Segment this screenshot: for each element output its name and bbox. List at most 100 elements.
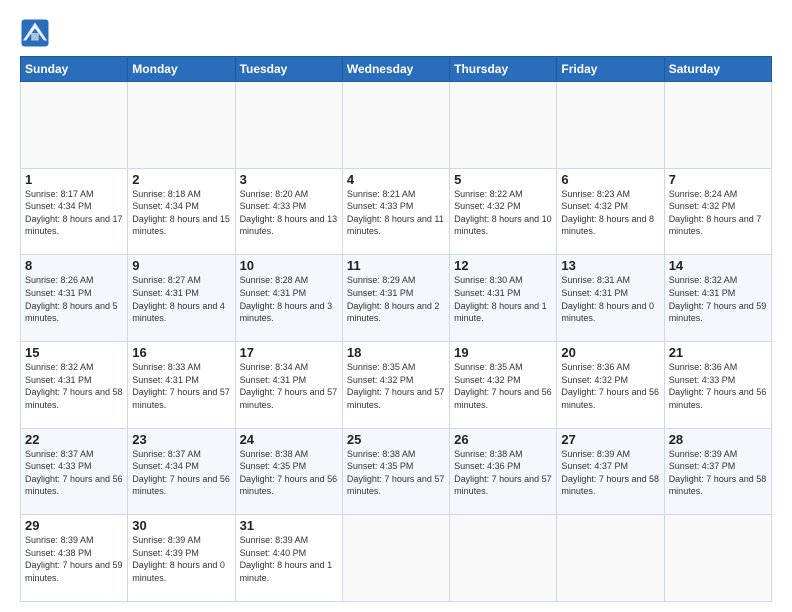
day-info: Sunrise: 8:39 AMSunset: 4:39 PMDaylight:… bbox=[132, 534, 230, 584]
day-number: 6 bbox=[561, 172, 659, 187]
calendar-day-30: 30Sunrise: 8:39 AMSunset: 4:39 PMDayligh… bbox=[128, 515, 235, 602]
day-info: Sunrise: 8:21 AMSunset: 4:33 PMDaylight:… bbox=[347, 188, 445, 238]
day-info: Sunrise: 8:20 AMSunset: 4:33 PMDaylight:… bbox=[240, 188, 338, 238]
day-info: Sunrise: 8:38 AMSunset: 4:36 PMDaylight:… bbox=[454, 448, 552, 498]
logo bbox=[20, 18, 54, 48]
calendar-week-row: 8Sunrise: 8:26 AMSunset: 4:31 PMDaylight… bbox=[21, 255, 772, 342]
day-number: 3 bbox=[240, 172, 338, 187]
calendar-day-8: 8Sunrise: 8:26 AMSunset: 4:31 PMDaylight… bbox=[21, 255, 128, 342]
calendar-day-29: 29Sunrise: 8:39 AMSunset: 4:38 PMDayligh… bbox=[21, 515, 128, 602]
day-info: Sunrise: 8:27 AMSunset: 4:31 PMDaylight:… bbox=[132, 274, 230, 324]
day-info: Sunrise: 8:32 AMSunset: 4:31 PMDaylight:… bbox=[25, 361, 123, 411]
calendar-day-empty bbox=[342, 82, 449, 169]
calendar-day-12: 12Sunrise: 8:30 AMSunset: 4:31 PMDayligh… bbox=[450, 255, 557, 342]
col-header-saturday: Saturday bbox=[664, 57, 771, 82]
day-info: Sunrise: 8:29 AMSunset: 4:31 PMDaylight:… bbox=[347, 274, 445, 324]
day-info: Sunrise: 8:34 AMSunset: 4:31 PMDaylight:… bbox=[240, 361, 338, 411]
day-info: Sunrise: 8:36 AMSunset: 4:32 PMDaylight:… bbox=[561, 361, 659, 411]
day-info: Sunrise: 8:24 AMSunset: 4:32 PMDaylight:… bbox=[669, 188, 767, 238]
day-number: 30 bbox=[132, 518, 230, 533]
calendar-table: SundayMondayTuesdayWednesdayThursdayFrid… bbox=[20, 56, 772, 602]
day-info: Sunrise: 8:37 AMSunset: 4:34 PMDaylight:… bbox=[132, 448, 230, 498]
day-info: Sunrise: 8:35 AMSunset: 4:32 PMDaylight:… bbox=[454, 361, 552, 411]
calendar-day-19: 19Sunrise: 8:35 AMSunset: 4:32 PMDayligh… bbox=[450, 341, 557, 428]
day-number: 13 bbox=[561, 258, 659, 273]
calendar-day-empty bbox=[450, 82, 557, 169]
day-info: Sunrise: 8:38 AMSunset: 4:35 PMDaylight:… bbox=[347, 448, 445, 498]
day-number: 20 bbox=[561, 345, 659, 360]
day-info: Sunrise: 8:37 AMSunset: 4:33 PMDaylight:… bbox=[25, 448, 123, 498]
calendar-day-26: 26Sunrise: 8:38 AMSunset: 4:36 PMDayligh… bbox=[450, 428, 557, 515]
col-header-tuesday: Tuesday bbox=[235, 57, 342, 82]
day-info: Sunrise: 8:22 AMSunset: 4:32 PMDaylight:… bbox=[454, 188, 552, 238]
day-info: Sunrise: 8:39 AMSunset: 4:40 PMDaylight:… bbox=[240, 534, 338, 584]
calendar-day-13: 13Sunrise: 8:31 AMSunset: 4:31 PMDayligh… bbox=[557, 255, 664, 342]
day-info: Sunrise: 8:32 AMSunset: 4:31 PMDaylight:… bbox=[669, 274, 767, 324]
day-info: Sunrise: 8:39 AMSunset: 4:37 PMDaylight:… bbox=[561, 448, 659, 498]
calendar-day-empty bbox=[128, 82, 235, 169]
calendar-day-21: 21Sunrise: 8:36 AMSunset: 4:33 PMDayligh… bbox=[664, 341, 771, 428]
day-number: 1 bbox=[25, 172, 123, 187]
calendar-day-18: 18Sunrise: 8:35 AMSunset: 4:32 PMDayligh… bbox=[342, 341, 449, 428]
calendar-day-4: 4Sunrise: 8:21 AMSunset: 4:33 PMDaylight… bbox=[342, 168, 449, 255]
calendar-week-row: 29Sunrise: 8:39 AMSunset: 4:38 PMDayligh… bbox=[21, 515, 772, 602]
day-info: Sunrise: 8:17 AMSunset: 4:34 PMDaylight:… bbox=[25, 188, 123, 238]
day-number: 15 bbox=[25, 345, 123, 360]
day-number: 24 bbox=[240, 432, 338, 447]
day-info: Sunrise: 8:39 AMSunset: 4:38 PMDaylight:… bbox=[25, 534, 123, 584]
calendar-week-row: 1Sunrise: 8:17 AMSunset: 4:34 PMDaylight… bbox=[21, 168, 772, 255]
calendar-day-22: 22Sunrise: 8:37 AMSunset: 4:33 PMDayligh… bbox=[21, 428, 128, 515]
calendar-week-row: 15Sunrise: 8:32 AMSunset: 4:31 PMDayligh… bbox=[21, 341, 772, 428]
col-header-wednesday: Wednesday bbox=[342, 57, 449, 82]
day-info: Sunrise: 8:23 AMSunset: 4:32 PMDaylight:… bbox=[561, 188, 659, 238]
day-number: 21 bbox=[669, 345, 767, 360]
day-number: 9 bbox=[132, 258, 230, 273]
day-info: Sunrise: 8:39 AMSunset: 4:37 PMDaylight:… bbox=[669, 448, 767, 498]
col-header-monday: Monday bbox=[128, 57, 235, 82]
calendar-day-2: 2Sunrise: 8:18 AMSunset: 4:34 PMDaylight… bbox=[128, 168, 235, 255]
calendar-day-25: 25Sunrise: 8:38 AMSunset: 4:35 PMDayligh… bbox=[342, 428, 449, 515]
day-number: 12 bbox=[454, 258, 552, 273]
day-number: 29 bbox=[25, 518, 123, 533]
day-number: 10 bbox=[240, 258, 338, 273]
day-number: 22 bbox=[25, 432, 123, 447]
day-number: 28 bbox=[669, 432, 767, 447]
calendar-day-31: 31Sunrise: 8:39 AMSunset: 4:40 PMDayligh… bbox=[235, 515, 342, 602]
day-number: 14 bbox=[669, 258, 767, 273]
calendar-day-empty bbox=[235, 82, 342, 169]
calendar-day-20: 20Sunrise: 8:36 AMSunset: 4:32 PMDayligh… bbox=[557, 341, 664, 428]
day-info: Sunrise: 8:31 AMSunset: 4:31 PMDaylight:… bbox=[561, 274, 659, 324]
day-number: 26 bbox=[454, 432, 552, 447]
day-number: 25 bbox=[347, 432, 445, 447]
day-info: Sunrise: 8:30 AMSunset: 4:31 PMDaylight:… bbox=[454, 274, 552, 324]
day-number: 19 bbox=[454, 345, 552, 360]
calendar-day-5: 5Sunrise: 8:22 AMSunset: 4:32 PMDaylight… bbox=[450, 168, 557, 255]
calendar-day-23: 23Sunrise: 8:37 AMSunset: 4:34 PMDayligh… bbox=[128, 428, 235, 515]
calendar-day-14: 14Sunrise: 8:32 AMSunset: 4:31 PMDayligh… bbox=[664, 255, 771, 342]
calendar-day-27: 27Sunrise: 8:39 AMSunset: 4:37 PMDayligh… bbox=[557, 428, 664, 515]
day-number: 17 bbox=[240, 345, 338, 360]
calendar-day-6: 6Sunrise: 8:23 AMSunset: 4:32 PMDaylight… bbox=[557, 168, 664, 255]
calendar-day-empty bbox=[557, 82, 664, 169]
day-number: 18 bbox=[347, 345, 445, 360]
calendar-day-empty bbox=[21, 82, 128, 169]
calendar-day-empty bbox=[664, 82, 771, 169]
day-info: Sunrise: 8:33 AMSunset: 4:31 PMDaylight:… bbox=[132, 361, 230, 411]
day-info: Sunrise: 8:26 AMSunset: 4:31 PMDaylight:… bbox=[25, 274, 123, 324]
calendar-day-empty bbox=[450, 515, 557, 602]
day-info: Sunrise: 8:38 AMSunset: 4:35 PMDaylight:… bbox=[240, 448, 338, 498]
col-header-thursday: Thursday bbox=[450, 57, 557, 82]
calendar-day-1: 1Sunrise: 8:17 AMSunset: 4:34 PMDaylight… bbox=[21, 168, 128, 255]
calendar-day-empty bbox=[342, 515, 449, 602]
page-header bbox=[20, 18, 772, 48]
calendar-week-row bbox=[21, 82, 772, 169]
calendar-day-16: 16Sunrise: 8:33 AMSunset: 4:31 PMDayligh… bbox=[128, 341, 235, 428]
day-info: Sunrise: 8:35 AMSunset: 4:32 PMDaylight:… bbox=[347, 361, 445, 411]
day-number: 31 bbox=[240, 518, 338, 533]
day-number: 5 bbox=[454, 172, 552, 187]
day-number: 4 bbox=[347, 172, 445, 187]
calendar-day-3: 3Sunrise: 8:20 AMSunset: 4:33 PMDaylight… bbox=[235, 168, 342, 255]
day-info: Sunrise: 8:18 AMSunset: 4:34 PMDaylight:… bbox=[132, 188, 230, 238]
calendar-day-10: 10Sunrise: 8:28 AMSunset: 4:31 PMDayligh… bbox=[235, 255, 342, 342]
day-number: 16 bbox=[132, 345, 230, 360]
